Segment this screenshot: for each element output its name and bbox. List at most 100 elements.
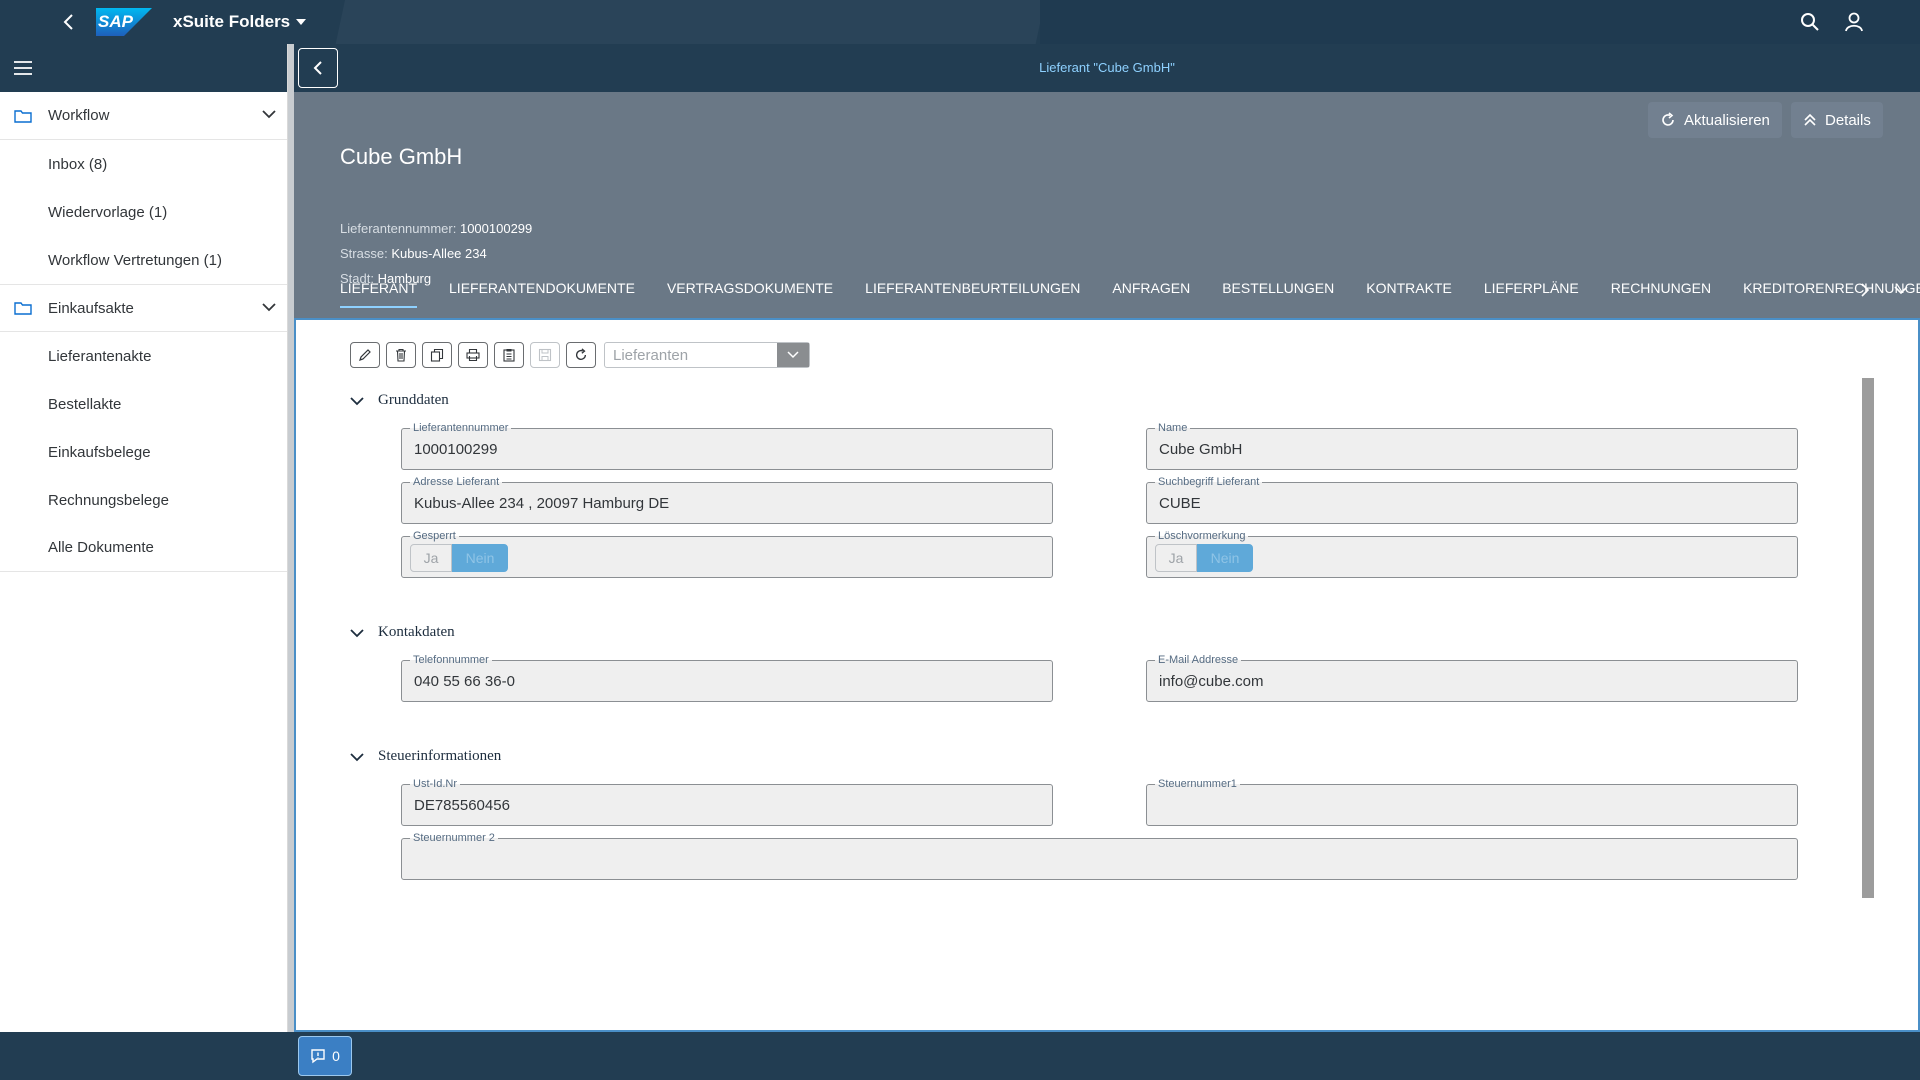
field-value: Kubus-Allee 234 , 20097 Hamburg DE: [414, 495, 670, 512]
edit-button[interactable]: [350, 342, 380, 368]
field-label: Telefonnummer: [410, 654, 492, 666]
sap-logo-text: SAP: [98, 12, 133, 31]
nav-group-label: Einkaufsakte: [48, 299, 134, 317]
attribute-key: Strasse:: [340, 246, 388, 261]
tab-lieferplaene[interactable]: LIEFERPLÄNE: [1484, 280, 1579, 308]
section-steuerinformationen-header[interactable]: Steuerinformationen: [350, 748, 501, 765]
refresh-icon: [575, 348, 587, 361]
field-value: Cube GmbH: [1159, 441, 1243, 458]
field-label: Name: [1155, 422, 1191, 434]
gesperrt-segmented-button: Ja Nein: [410, 544, 508, 572]
nav-item-wiedervorlage[interactable]: Wiedervorlage (1): [0, 188, 287, 236]
search-icon[interactable]: [1799, 11, 1821, 33]
clipboard-button[interactable]: [494, 342, 524, 368]
message-popover-button[interactable]: 0: [298, 1036, 352, 1076]
attribute-lieferantennummer: Lieferantennummer: 1000100299: [340, 221, 532, 236]
chevron-down-icon: [350, 396, 364, 405]
copy-button[interactable]: [422, 342, 452, 368]
gesperrt-option-ja[interactable]: Ja: [410, 544, 452, 572]
page-navbar: Lieferant "Cube GmbH": [294, 44, 1920, 92]
loeschvormerkung-segmented-button: Ja Nein: [1155, 544, 1253, 572]
ustid-field[interactable]: Ust-Id.Nr DE785560456: [401, 778, 1053, 826]
user-icon[interactable]: [1843, 11, 1865, 33]
refresh-form-button[interactable]: [566, 342, 596, 368]
caret-down-icon: [296, 19, 307, 25]
lieferantennummer-field[interactable]: Lieferantennummer 1000100299: [401, 422, 1053, 470]
details-button[interactable]: Details: [1791, 102, 1883, 138]
field-label: Löschvormerkung: [1155, 530, 1249, 542]
loeschvormerkung-option-ja[interactable]: Ja: [1155, 544, 1197, 572]
tab-rechnungen[interactable]: RECHNUNGEN: [1611, 280, 1711, 308]
field-value: info@cube.com: [1159, 673, 1264, 690]
details-label: Details: [1825, 111, 1871, 129]
message-count: 0: [332, 1048, 340, 1064]
chevron-down-icon[interactable]: [261, 106, 277, 122]
message-icon: [311, 1049, 325, 1064]
tab-lieferantenbeurteilungen[interactable]: LIEFERANTENBEURTEILUNGEN: [865, 280, 1080, 308]
gesperrt-option-nein[interactable]: Nein: [452, 544, 508, 572]
nav-item-einkaufsbelege[interactable]: Einkaufsbelege: [0, 428, 287, 476]
refresh-button[interactable]: Aktualisieren: [1648, 102, 1782, 138]
attribute-strasse: Strasse: Kubus-Allee 234: [340, 246, 487, 261]
chevron-down-icon[interactable]: [777, 343, 809, 367]
shell-bar-decoration: [335, 0, 1045, 44]
telefon-field[interactable]: Telefonnummer 040 55 66 36-0: [401, 654, 1053, 702]
chevron-down-icon[interactable]: [261, 299, 277, 315]
section-title: Kontakdaten: [378, 624, 455, 640]
email-field[interactable]: E-Mail Addresse info@cube.com: [1146, 654, 1798, 702]
nav-group-workflow[interactable]: Workflow: [0, 92, 287, 140]
field-label: Ust-Id.Nr: [410, 778, 460, 790]
chevron-right-icon[interactable]: [1856, 280, 1874, 300]
shell-bar-decoration-right: [1040, 0, 1920, 44]
delete-icon: [396, 348, 406, 362]
field-label: Steuernummer 2: [410, 832, 498, 844]
lieferanten-combobox[interactable]: Lieferanten: [604, 342, 810, 368]
back-icon[interactable]: [56, 10, 80, 34]
field-label: Gesperrt: [410, 530, 459, 542]
shell-bar: SAP xSuite Folders: [0, 0, 1920, 44]
nav-item-inbox[interactable]: Inbox (8): [0, 140, 287, 188]
attribute-value: Kubus-Allee 234: [391, 246, 487, 261]
hamburger-menu-icon[interactable]: [14, 61, 32, 75]
tab-kontrakte[interactable]: KONTRAKTE: [1366, 280, 1452, 308]
page-nav-title: Lieferant "Cube GmbH": [1039, 60, 1175, 75]
tab-vertragsdokumente[interactable]: VERTRAGSDOKUMENTE: [667, 280, 833, 308]
print-button[interactable]: [458, 342, 488, 368]
app-title-menu[interactable]: xSuite Folders: [173, 12, 307, 32]
tab-lieferant[interactable]: LIEFERANT: [340, 280, 418, 308]
print-icon: [466, 348, 480, 362]
section-title: Grunddaten: [378, 392, 449, 408]
collapse-up-icon: [1804, 113, 1816, 126]
field-value: DE785560456: [414, 797, 510, 814]
nav-item-bestellakte[interactable]: Bestellakte: [0, 380, 287, 428]
form-toolbar: Lieferanten: [350, 342, 810, 368]
adresse-field[interactable]: Adresse Lieferant Kubus-Allee 234 , 2009…: [401, 476, 1053, 524]
footer-bar: 0: [0, 1032, 1920, 1080]
loeschvormerkung-option-nein[interactable]: Nein: [1197, 544, 1253, 572]
nav-group-einkaufsakte[interactable]: Einkaufsakte: [0, 284, 287, 332]
save-button[interactable]: [530, 342, 560, 368]
section-grunddaten-header[interactable]: Grunddaten: [350, 392, 449, 409]
tab-overflow-chevron-down-icon[interactable]: [1892, 280, 1910, 300]
section-kontaktdaten-header[interactable]: Kontakdaten: [350, 624, 455, 641]
combobox-placeholder: Lieferanten: [613, 346, 689, 364]
object-content: Lieferanten Grunddaten Lieferantennummer…: [294, 318, 1920, 1032]
chevron-down-icon: [350, 628, 364, 637]
suchbegriff-field[interactable]: Suchbegriff Lieferant CUBE: [1146, 476, 1798, 524]
nav-item-alle-dokumente[interactable]: Alle Dokumente: [0, 524, 287, 572]
delete-button[interactable]: [386, 342, 416, 368]
nav-item-rechnungsbelege[interactable]: Rechnungsbelege: [0, 476, 287, 524]
name-field[interactable]: Name Cube GmbH: [1146, 422, 1798, 470]
steuernummer1-field[interactable]: Steuernummer1: [1146, 778, 1798, 826]
vertical-scrollbar[interactable]: [1862, 378, 1874, 898]
nav-item-lieferantenakte[interactable]: Lieferantenakte: [0, 332, 287, 380]
app-title: xSuite Folders: [173, 12, 291, 31]
tab-anfragen[interactable]: ANFRAGEN: [1112, 280, 1190, 308]
loeschvormerkung-field: Löschvormerkung Ja Nein: [1146, 530, 1798, 578]
tab-bestellungen[interactable]: BESTELLUNGEN: [1222, 280, 1334, 308]
nav-item-workflow-vertretungen[interactable]: Workflow Vertretungen (1): [0, 236, 287, 284]
tab-lieferantendokumente[interactable]: LIEFERANTENDOKUMENTE: [449, 280, 635, 308]
refresh-label: Aktualisieren: [1684, 111, 1770, 129]
steuernummer2-field[interactable]: Steuernummer 2: [401, 832, 1798, 880]
nav-group-label: Workflow: [48, 107, 110, 124]
